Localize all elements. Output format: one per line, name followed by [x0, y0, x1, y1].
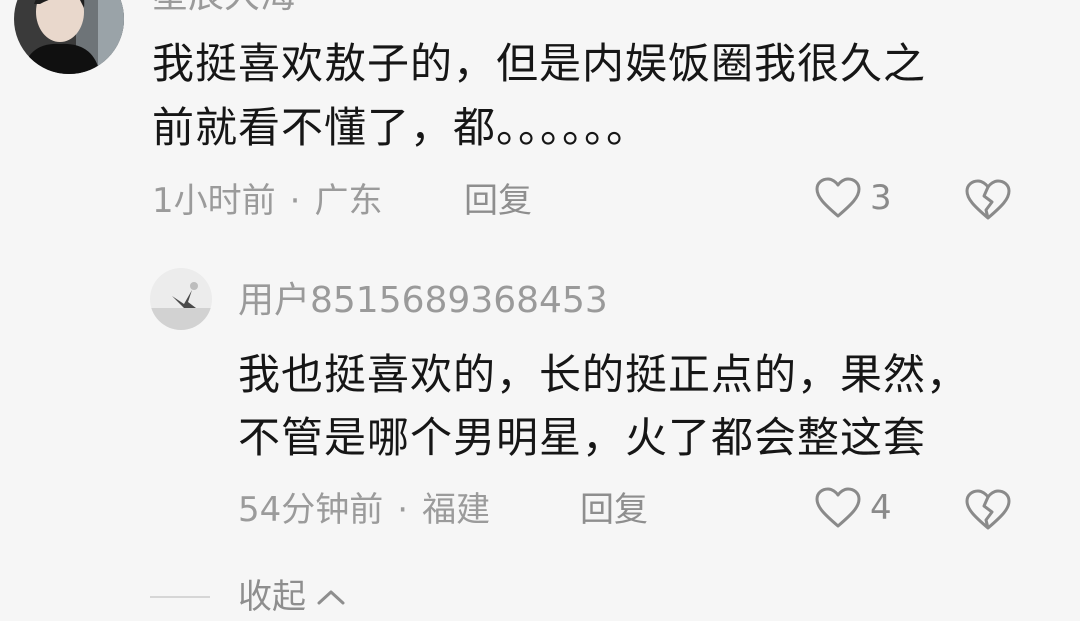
broken-heart-icon — [965, 489, 1011, 530]
reply-like-button[interactable]: 4 — [814, 486, 892, 530]
reply-avatar[interactable] — [150, 268, 212, 330]
comment-username[interactable]: 星辰大海 — [152, 0, 296, 14]
broken-heart-icon — [965, 179, 1011, 220]
chevron-up-icon — [317, 590, 345, 605]
collapse-row: 收起 — [150, 580, 346, 614]
like-count: 3 — [870, 178, 892, 218]
reply-text-line-2: 不管是哪个男明星，火了都会整这套 — [238, 413, 927, 462]
collapse-button[interactable]: 收起 — [238, 580, 346, 614]
heart-outline-icon — [815, 487, 861, 528]
reply-dislike-button[interactable] — [964, 488, 1012, 536]
comment-text-line-1: 我挺喜欢敖子的，但是内娱饭圈我很久之 — [152, 39, 927, 88]
comment-time: 1小时前 — [152, 181, 276, 221]
reply-reply-button[interactable]: 回复 — [580, 493, 648, 527]
collapse-divider — [150, 596, 210, 598]
like-button[interactable]: 3 — [814, 176, 892, 220]
reply-like-count: 4 — [870, 488, 892, 528]
meta-separator: · — [289, 181, 301, 221]
reply-location: 福建 — [422, 490, 491, 530]
reply-meta: 54分钟前 · 福建 — [238, 493, 490, 527]
reply-avatar-image — [150, 268, 212, 330]
reply-text-line-1: 我也挺喜欢的，长的挺正点的，果然， — [238, 350, 970, 399]
meta-separator: · — [397, 490, 409, 530]
heart-outline-icon — [815, 177, 861, 218]
comment-text-line-2: 前就看不懂了，都。。。。。。 — [152, 103, 650, 152]
dislike-button[interactable] — [964, 178, 1012, 226]
avatar[interactable] — [14, 0, 124, 74]
reply-time: 54分钟前 — [238, 490, 384, 530]
reply-button[interactable]: 回复 — [464, 184, 532, 218]
comment-thread: 星辰大海 我挺喜欢敖子的，但是内娱饭圈我很久之 前就看不懂了，都。。。。。。 1… — [0, 0, 1080, 621]
comment-meta: 1小时前 · 广东 — [152, 184, 382, 218]
collapse-label: 收起 — [238, 577, 306, 617]
reply-username[interactable]: 用户8515689368453 — [238, 283, 608, 319]
avatar-image — [14, 0, 124, 74]
comment-location: 广东 — [314, 181, 383, 221]
